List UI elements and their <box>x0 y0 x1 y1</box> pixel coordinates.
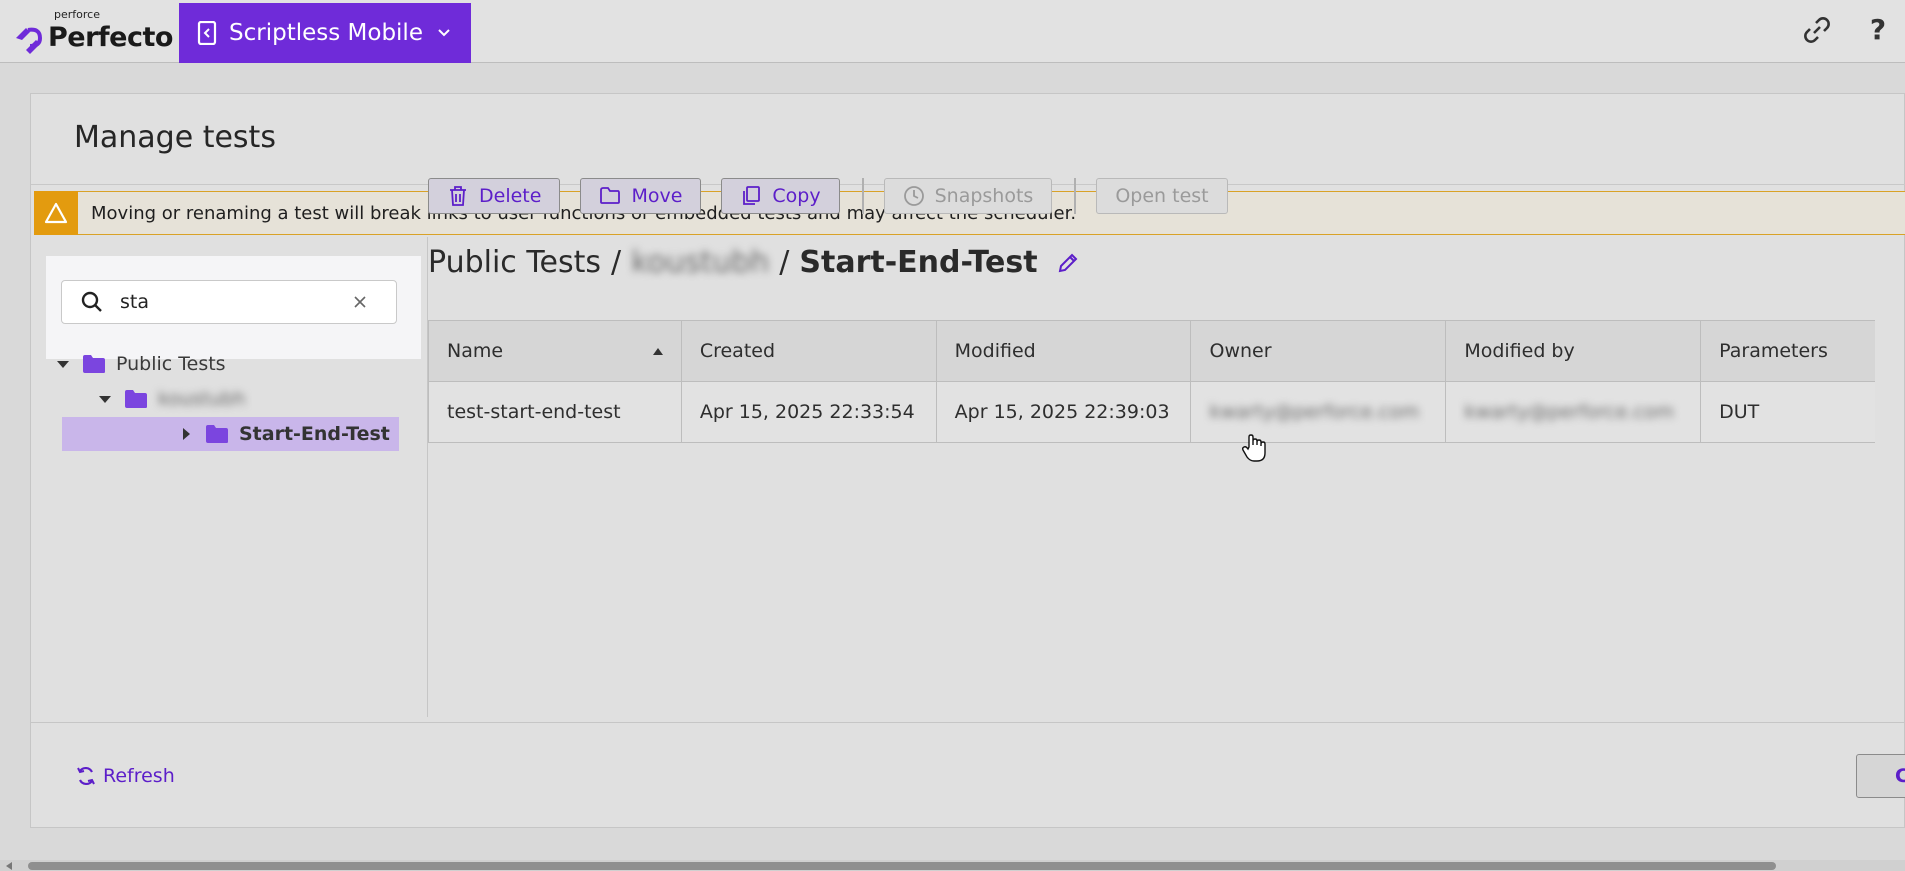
edit-pencil-icon[interactable] <box>1056 251 1080 275</box>
open-test-label: Open test <box>1115 185 1209 207</box>
column-header-modified-by[interactable]: Modified by <box>1446 321 1702 382</box>
tree-item-user-folder[interactable]: koustubh <box>98 382 406 416</box>
breadcrumb-root[interactable]: Public Tests <box>428 245 601 280</box>
folder-outline-icon <box>600 187 621 204</box>
clock-icon <box>903 186 924 206</box>
scriptless-app-icon <box>197 21 217 45</box>
tree-item-label: Start-End-Test <box>239 423 390 445</box>
search-icon <box>81 291 102 312</box>
breadcrumb-folder[interactable]: koustubh <box>631 245 769 280</box>
divider <box>31 722 1905 723</box>
folder-icon <box>125 390 147 408</box>
caret-down-icon[interactable] <box>98 392 112 406</box>
table-row[interactable]: test-start-end-test Apr 15, 2025 22:33:5… <box>429 382 1876 443</box>
copy-label: Copy <box>772 185 821 207</box>
folder-icon <box>206 425 228 443</box>
tests-table: Name Created Modified Owner Modified by … <box>428 320 1876 443</box>
move-label: Move <box>631 185 683 207</box>
delete-label: Delete <box>479 185 542 207</box>
cell-owner: kwarty@perforce.com <box>1191 382 1447 443</box>
test-toolbar: Delete Move Copy Snapshots Open test <box>428 178 1248 214</box>
breadcrumb-separator: / <box>611 245 622 280</box>
brand-name: Perfecto <box>48 22 173 53</box>
cell-name: test-start-end-test <box>429 382 682 443</box>
app-switcher-label: Scriptless Mobile <box>229 20 423 46</box>
clear-search-icon[interactable] <box>352 294 368 310</box>
tree-item-label: Public Tests <box>116 353 226 375</box>
chevron-down-icon <box>438 29 450 37</box>
cell-modified: Apr 15, 2025 22:39:03 <box>936 382 1192 443</box>
breadcrumb: Public Tests / koustubh / Start-End-Test <box>428 245 1080 280</box>
copy-button[interactable]: Copy <box>721 178 840 214</box>
cell-modified-by: kwarty@perforce.com <box>1446 382 1702 443</box>
column-header-label: Modified <box>954 340 1036 362</box>
hand-cursor-icon <box>1241 434 1266 462</box>
close-button[interactable]: C <box>1856 754 1905 798</box>
caret-down-icon[interactable] <box>56 357 70 371</box>
column-header-name[interactable]: Name <box>429 321 682 382</box>
column-header-label: Created <box>699 340 776 362</box>
toolbar-separator <box>861 178 864 214</box>
refresh-icon <box>77 766 95 786</box>
scroll-left-icon[interactable] <box>6 862 12 870</box>
refresh-button[interactable]: Refresh <box>75 765 175 787</box>
folder-icon <box>83 355 105 373</box>
tree-item-public-tests[interactable]: Public Tests <box>56 347 406 381</box>
table-header-row: Name Created Modified Owner Modified by … <box>429 321 1876 382</box>
snapshots-button[interactable]: Snapshots <box>883 178 1053 214</box>
page-title: Manage tests <box>74 120 276 155</box>
breadcrumb-separator: / <box>779 245 790 280</box>
column-header-label: Name <box>447 340 504 362</box>
open-test-button[interactable]: Open test <box>1096 178 1228 214</box>
trash-icon <box>450 186 466 206</box>
perfecto-logo[interactable]: perforce Perfecto <box>12 6 173 56</box>
scrollbar-thumb[interactable] <box>28 862 1776 870</box>
sort-ascending-icon <box>652 348 663 355</box>
link-icon[interactable] <box>1801 14 1833 46</box>
column-header-modified[interactable]: Modified <box>936 321 1192 382</box>
tree-item-label: koustubh <box>158 388 246 410</box>
column-header-created[interactable]: Created <box>681 321 937 382</box>
top-bar: perforce Perfecto Scriptless Mobile ? <box>0 0 1905 63</box>
horizontal-scrollbar[interactable] <box>0 860 1905 871</box>
caret-right-icon[interactable] <box>179 427 193 441</box>
column-header-owner[interactable]: Owner <box>1191 321 1447 382</box>
owner-email: kwarty@perforce.com <box>1209 401 1420 423</box>
search-field <box>61 280 397 324</box>
help-icon[interactable]: ? <box>1862 14 1894 46</box>
warning-icon <box>34 191 78 235</box>
toolbar-separator <box>1074 178 1077 214</box>
app-switcher-button[interactable]: Scriptless Mobile <box>179 3 471 63</box>
modified-by-email: kwarty@perforce.com <box>1464 401 1675 423</box>
test-tree-panel: Public Tests koustubh Start-End-Test <box>31 237 428 717</box>
tree-search-area <box>46 256 421 359</box>
search-input[interactable] <box>120 291 340 313</box>
column-header-label: Modified by <box>1464 340 1575 362</box>
refresh-label: Refresh <box>103 765 175 787</box>
column-header-parameters[interactable]: Parameters <box>1701 321 1876 382</box>
column-header-label: Parameters <box>1719 340 1828 362</box>
perfecto-logo-icon <box>16 27 43 54</box>
brand-small-label: perforce <box>54 8 100 21</box>
cell-created: Apr 15, 2025 22:33:54 <box>681 382 937 443</box>
column-header-label: Owner <box>1209 340 1272 362</box>
move-button[interactable]: Move <box>580 178 702 214</box>
copy-icon <box>743 186 761 205</box>
delete-button[interactable]: Delete <box>428 178 561 214</box>
cell-parameters: DUT <box>1701 382 1876 443</box>
snapshots-label: Snapshots <box>934 185 1034 207</box>
tree-item-start-end-test[interactable]: Start-End-Test <box>62 417 399 451</box>
breadcrumb-current: Start-End-Test <box>799 245 1038 280</box>
